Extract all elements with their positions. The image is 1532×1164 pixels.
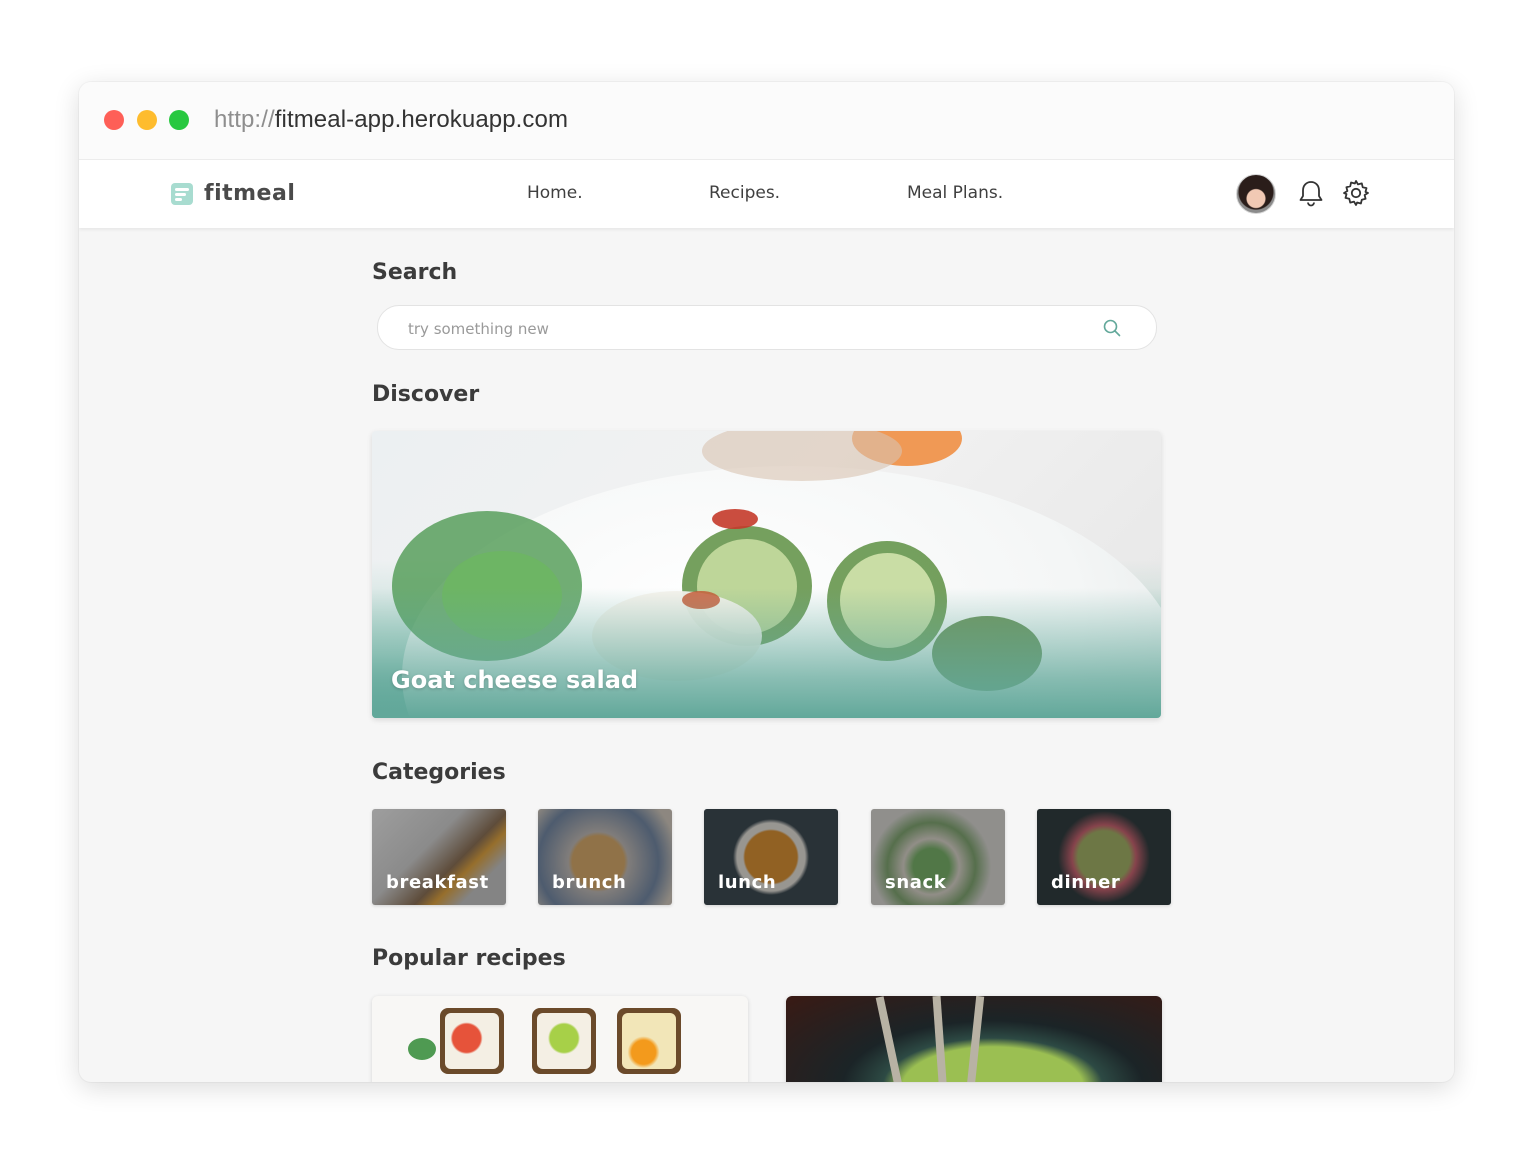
minimize-window-button[interactable] (137, 110, 157, 130)
bell-icon[interactable] (1295, 177, 1327, 209)
popular-recipe-card[interactable] (786, 996, 1162, 1082)
category-label: lunch (718, 872, 777, 893)
category-label: brunch (552, 872, 627, 893)
url-host: fitmeal-app.herokuapp.com (274, 106, 569, 133)
popular-recipe-card[interactable] (372, 996, 748, 1082)
brand-logo[interactable]: fitmeal (171, 181, 295, 206)
category-label: breakfast (386, 872, 489, 893)
nav-link-recipes[interactable]: Recipes. (709, 183, 780, 203)
url-protocol: http:// (214, 106, 275, 133)
category-card-dinner[interactable]: dinner (1037, 809, 1171, 905)
category-label: dinner (1051, 872, 1121, 893)
search-input[interactable] (406, 306, 1090, 351)
browser-window: http://fitmeal-app.herokuapp.com fitmeal… (79, 82, 1454, 1082)
logo-icon (171, 182, 193, 205)
popular-recipes-heading: Popular recipes (372, 946, 566, 971)
category-card-breakfast[interactable]: breakfast (372, 809, 506, 905)
browser-titlebar: http://fitmeal-app.herokuapp.com (79, 82, 1454, 160)
app-navbar: fitmeal Home. Recipes. Meal Plans. (79, 160, 1454, 228)
featured-recipe-card[interactable]: Goat cheese salad (372, 431, 1161, 718)
close-window-button[interactable] (104, 110, 124, 130)
brand-name: fitmeal (204, 181, 296, 206)
category-card-brunch[interactable]: brunch (538, 809, 672, 905)
category-card-lunch[interactable]: lunch (704, 809, 838, 905)
categories-heading: Categories (372, 760, 506, 785)
discover-heading: Discover (372, 382, 480, 407)
address-bar[interactable]: http://fitmeal-app.herokuapp.com (214, 106, 568, 134)
category-card-snack[interactable]: snack (871, 809, 1005, 905)
search-icon[interactable] (1102, 318, 1122, 338)
gear-icon[interactable] (1340, 177, 1372, 209)
search-heading: Search (372, 260, 458, 285)
search-bar (377, 305, 1157, 351)
nav-link-meal-plans[interactable]: Meal Plans. (907, 183, 1003, 203)
avatar[interactable] (1236, 174, 1276, 214)
category-label: snack (885, 872, 947, 893)
nav-link-home[interactable]: Home. (527, 183, 583, 203)
maximize-window-button[interactable] (169, 110, 189, 130)
hero-overlay (372, 588, 1161, 718)
featured-recipe-title: Goat cheese salad (391, 666, 639, 694)
